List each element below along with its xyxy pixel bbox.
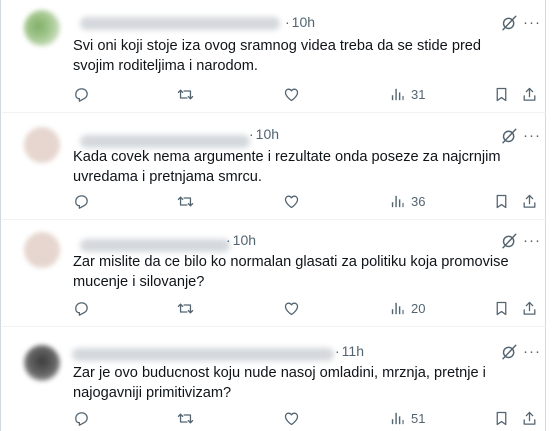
reply-text: Zar je ovo buducnost koju nude nasoj oml…	[73, 365, 486, 401]
views-button[interactable]: 31	[389, 84, 425, 104]
avatar[interactable]	[24, 127, 60, 163]
reply-meta: · 10h	[226, 232, 257, 248]
views-count: 36	[411, 193, 426, 209]
reply-button[interactable]	[73, 84, 90, 104]
more-icon[interactable]: ···	[523, 127, 541, 145]
more-icon[interactable]: ···	[523, 343, 541, 361]
more-icon[interactable]: ···	[523, 232, 541, 250]
views-count: 31	[411, 86, 426, 102]
reply-actions: 36	[73, 191, 543, 211]
share-icon	[521, 410, 538, 427]
grok-icon[interactable]	[500, 232, 518, 250]
views-count: 51	[411, 410, 426, 426]
repost-button[interactable]	[177, 191, 194, 211]
repost-icon	[177, 193, 194, 210]
reply-button[interactable]	[73, 191, 90, 211]
share-button[interactable]	[521, 298, 538, 318]
author-name-redacted[interactable]	[80, 239, 230, 252]
reply-icon	[73, 193, 90, 210]
reply-meta: · 11h	[335, 343, 364, 359]
views-button[interactable]: 51	[389, 408, 425, 428]
author-name-redacted[interactable]	[80, 17, 280, 30]
like-button[interactable]	[283, 191, 300, 211]
share-icon	[521, 86, 538, 103]
reply-time[interactable]: 11h	[342, 343, 364, 359]
reply-icon	[73, 300, 90, 317]
reply-time[interactable]: 10h	[292, 14, 315, 30]
like-button[interactable]	[283, 84, 300, 104]
reply-actions: 31	[73, 84, 543, 104]
share-icon	[521, 193, 538, 210]
avatar[interactable]	[24, 10, 60, 46]
reply-actions: 20	[73, 298, 543, 318]
grok-icon[interactable]	[500, 343, 518, 361]
heart-icon	[283, 193, 300, 210]
reply-meta: · 10h	[285, 14, 316, 30]
views-button[interactable]: 36	[389, 191, 425, 211]
grok-icon[interactable]	[500, 127, 518, 145]
repost-icon	[177, 410, 194, 427]
share-button[interactable]	[521, 408, 538, 428]
bookmark-button[interactable]	[493, 84, 510, 104]
repost-button[interactable]	[177, 408, 194, 428]
reply-actions: 51	[73, 408, 543, 428]
bookmark-button[interactable]	[493, 408, 510, 428]
views-icon	[389, 410, 406, 427]
reply-icon	[73, 410, 90, 427]
bookmark-icon	[493, 86, 510, 103]
reply-time[interactable]: 10h	[233, 232, 256, 248]
repost-button[interactable]	[177, 84, 194, 104]
share-button[interactable]	[521, 191, 538, 211]
reply-item[interactable]: · 10h ··· Zar mislite da ce bilo ko norma…	[2, 220, 546, 327]
bookmark-icon	[493, 300, 510, 317]
avatar[interactable]	[24, 345, 60, 381]
views-button[interactable]: 20	[389, 298, 425, 318]
repost-button[interactable]	[177, 298, 194, 318]
replies-column: · 10h ··· Svi oni koji stoje iza ovog sra…	[0, 0, 546, 431]
reply-time[interactable]: 10h	[256, 126, 279, 142]
bookmark-button[interactable]	[493, 298, 510, 318]
reply-item[interactable]: · 10h ··· Svi oni koji stoje iza ovog sra…	[2, 0, 546, 113]
reply-text: Zar mislite da ce bilo ko normalan glasa…	[73, 254, 509, 290]
reply-button[interactable]	[73, 408, 90, 428]
reply-text: Kada covek nema argumente i rezultate on…	[73, 149, 501, 185]
like-button[interactable]	[283, 408, 300, 428]
like-button[interactable]	[283, 298, 300, 318]
repost-icon	[177, 86, 194, 103]
share-button[interactable]	[521, 84, 538, 104]
reply-text: Svi oni koji stoje iza ovog sramnog vide…	[73, 38, 482, 74]
reply-icon	[73, 86, 90, 103]
avatar[interactable]	[24, 232, 60, 268]
more-icon[interactable]: ···	[523, 14, 541, 32]
repost-icon	[177, 300, 194, 317]
views-icon	[389, 86, 406, 103]
heart-icon	[283, 86, 300, 103]
reply-meta: · 10h	[249, 126, 280, 142]
bookmark-icon	[493, 410, 510, 427]
bookmark-icon	[493, 193, 510, 210]
reply-button[interactable]	[73, 298, 90, 318]
bookmark-button[interactable]	[493, 191, 510, 211]
reply-item[interactable]: · 11h ··· Zar je ovo buducnost koju nude …	[2, 327, 546, 431]
views-count: 20	[411, 300, 426, 316]
views-icon	[389, 193, 406, 210]
grok-icon[interactable]	[500, 14, 518, 32]
heart-icon	[283, 410, 300, 427]
views-icon	[389, 300, 406, 317]
reply-item[interactable]: · 10h ··· Kada covek nema argumente i rez…	[2, 113, 546, 220]
heart-icon	[283, 300, 300, 317]
share-icon	[521, 300, 538, 317]
author-name-redacted[interactable]	[72, 348, 334, 361]
